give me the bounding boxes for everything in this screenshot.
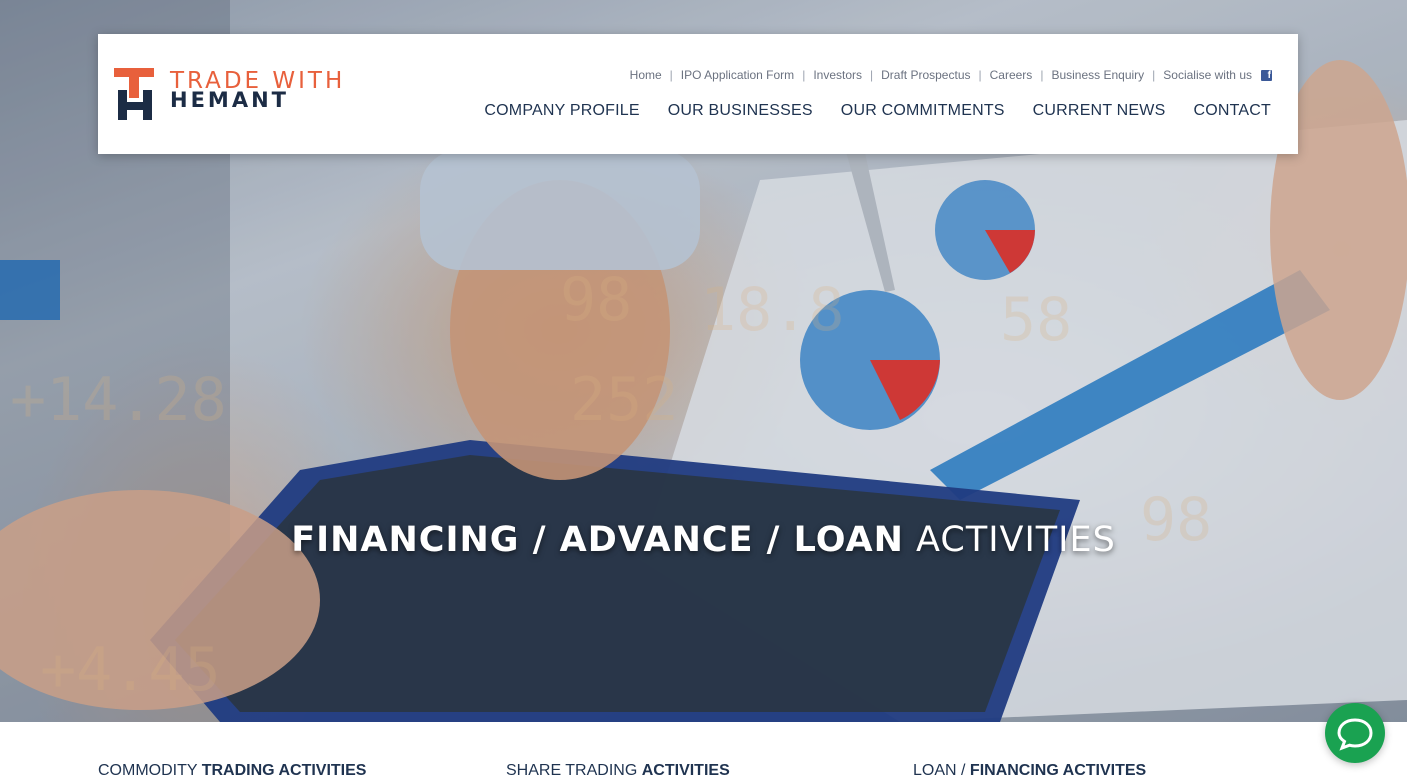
heading-light: COMMODITY (98, 762, 198, 779)
link-ipo-application[interactable]: IPO Application Form (681, 68, 794, 82)
heading-bold: TRADING ACTIVITIES (201, 762, 367, 779)
link-home[interactable]: Home (630, 68, 662, 82)
separator: | (1040, 68, 1044, 82)
link-careers[interactable]: Careers (990, 68, 1033, 82)
nav-contact[interactable]: CONTACT (1193, 102, 1271, 120)
heading-share-trading[interactable]: SHARE TRADING ACTIVITIES (506, 762, 730, 780)
heading-light: SHARE TRADING (506, 762, 638, 779)
separator: | (978, 68, 982, 82)
facebook-icon[interactable]: f (1261, 69, 1272, 81)
brand-line2: HEMANT (170, 88, 289, 112)
separator: | (802, 68, 806, 82)
link-business-enquiry[interactable]: Business Enquiry (1051, 68, 1144, 82)
activities-section: COMMODITY TRADING ACTIVITIES SHARE TRADI… (0, 722, 1407, 784)
site-header: TRADE WITH HEMANT Home | IPO Application… (98, 34, 1298, 154)
chat-button[interactable] (1325, 703, 1385, 763)
nav-our-commitments[interactable]: OUR COMMITMENTS (841, 102, 1005, 120)
socialise-label: Socialise with us (1163, 68, 1252, 82)
hero-title-light: ACTIVITIES (916, 520, 1116, 560)
nav-our-businesses[interactable]: OUR BUSINESSES (668, 102, 813, 120)
link-investors[interactable]: Investors (813, 68, 862, 82)
heading-light: LOAN / (913, 762, 966, 779)
hero-title: FINANCING / ADVANCE / LOAN ACTIVITIES (0, 520, 1407, 560)
nav-current-news[interactable]: CURRENT NEWS (1033, 102, 1166, 120)
heading-bold: FINANCING ACTIVITES (969, 762, 1147, 779)
th-monogram-icon (114, 68, 154, 120)
separator: | (870, 68, 874, 82)
main-navigation: COMPANY PROFILE OUR BUSINESSES OUR COMMI… (456, 102, 1271, 120)
hero-title-bold: FINANCING / ADVANCE / LOAN (291, 520, 904, 560)
chat-bubble-icon (1337, 718, 1373, 751)
separator: | (1152, 68, 1156, 82)
nav-company-profile[interactable]: COMPANY PROFILE (484, 102, 639, 120)
separator: | (669, 68, 673, 82)
heading-loan-financing[interactable]: LOAN / FINANCING ACTIVITES (913, 762, 1146, 780)
heading-commodity-trading[interactable]: COMMODITY TRADING ACTIVITIES (98, 762, 366, 780)
utility-links: Home | IPO Application Form | Investors … (630, 68, 1272, 82)
brand-logo[interactable]: TRADE WITH HEMANT (114, 68, 444, 124)
link-draft-prospectus[interactable]: Draft Prospectus (881, 68, 970, 82)
heading-bold: ACTIVITIES (641, 762, 730, 779)
